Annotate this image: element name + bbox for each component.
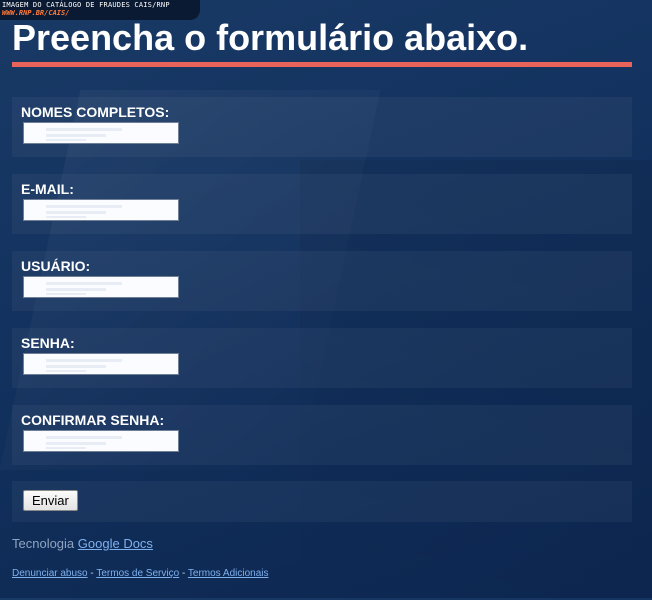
field-email: E-MAIL: bbox=[12, 174, 632, 234]
google-docs-link[interactable]: Google Docs bbox=[78, 536, 153, 551]
form-fields: NOMES COMPLETOS: E-MAIL: USUÁRIO: SENHA:… bbox=[12, 97, 632, 465]
field-confirm-password: CONFIRMAR SENHA: bbox=[12, 405, 632, 465]
form-container: Preencha o formulário abaixo. NOMES COMP… bbox=[12, 0, 632, 580]
password-input[interactable] bbox=[23, 353, 179, 375]
watermark-text: IMAGEM DO CATÁLOGO DE FRAUDES CAIS/RNP bbox=[2, 1, 170, 9]
footer-separator: - bbox=[181, 568, 186, 579]
email-input[interactable] bbox=[23, 199, 179, 221]
field-username: USUÁRIO: bbox=[12, 251, 632, 311]
username-input[interactable] bbox=[23, 276, 179, 298]
watermark-banner: IMAGEM DO CATÁLOGO DE FRAUDES CAIS/RNP W… bbox=[0, 0, 200, 20]
full-name-input[interactable] bbox=[23, 122, 179, 144]
field-full-name: NOMES COMPLETOS: bbox=[12, 97, 632, 157]
field-password: SENHA: bbox=[12, 328, 632, 388]
additional-terms-link[interactable]: Termos Adicionais bbox=[188, 568, 269, 579]
submit-button[interactable]: Enviar bbox=[23, 490, 78, 511]
confirm-password-label: CONFIRMAR SENHA: bbox=[21, 412, 165, 428]
report-abuse-link[interactable]: Denunciar abuso bbox=[12, 568, 88, 579]
footer-separator: - bbox=[90, 568, 94, 579]
email-label: E-MAIL: bbox=[21, 181, 74, 197]
terms-of-service-link[interactable]: Termos de Serviço bbox=[96, 568, 179, 579]
username-label: USUÁRIO: bbox=[21, 258, 91, 274]
powered-by: Tecnologia Google Docs bbox=[12, 536, 632, 552]
title-divider bbox=[12, 62, 632, 67]
watermark-url: WWW.RNP.BR/CAIS/ bbox=[2, 9, 70, 17]
submit-row: Enviar bbox=[12, 481, 632, 522]
password-label: SENHA: bbox=[21, 335, 75, 351]
powered-by-label: Tecnologia bbox=[12, 536, 75, 551]
confirm-password-input[interactable] bbox=[23, 430, 179, 452]
full-name-label: NOMES COMPLETOS: bbox=[21, 104, 170, 120]
footer-links: Denunciar abuso - Termos de Serviço - Te… bbox=[12, 567, 632, 580]
